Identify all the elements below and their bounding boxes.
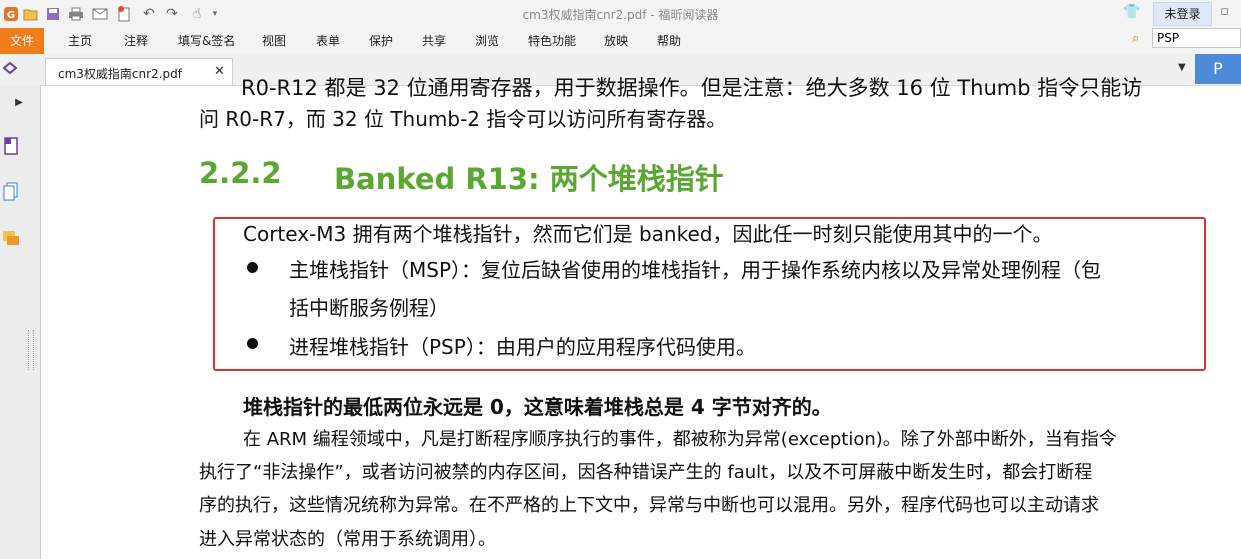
section-heading: Banked R13: 两个堆栈指针 [334,162,724,196]
search-icon[interactable]: ⌕ [1132,31,1139,46]
menu-slideshow[interactable]: 放映 [604,28,628,54]
paragraph-line: 序的执行，这些情况统称为异常。在不严格的上下文中，异常与中断也可以混用。另外，程… [199,495,1099,516]
comments-icon[interactable] [0,227,22,249]
menu-browse[interactable]: 浏览 [475,28,499,54]
title-bar: G ↶ ↷ ☝ ▾ cm3权威指南cnr2.pdf - 福昕阅读器 👕 未登录 … [0,0,1241,28]
menu-protect[interactable]: 保护 [369,28,393,54]
window-controls-icon[interactable]: ▫ [1220,4,1229,19]
chevron-down-icon[interactable]: ▼ [1178,62,1186,73]
tab-label: cm3权威指南cnr2.pdf [58,67,182,81]
menu-form[interactable]: 表单 [316,28,340,54]
ribbon-menu: 文件 主页 注释 填写&签名 视图 表单 保护 共享 浏览 特色功能 放映 帮助 [0,28,1241,54]
search-box: ⌕ [1130,28,1241,50]
paragraph-line: 执行了“非法操作”，或者访问被禁的内存区间，因各种错误产生的 fault，以及不… [199,462,1093,483]
paragraph-line: 在 ARM 编程领域中，凡是打断程序顺序执行的事件，都被称为异常(excepti… [243,429,1117,450]
layers-icon[interactable] [2,60,18,76]
menu-share[interactable]: 共享 [422,28,446,54]
text-line: R0-R12 都是 32 位通用寄存器，用于数据操作。但是注意：绝大多数 16 … [241,76,1143,100]
menu-annotate[interactable]: 注释 [124,28,148,54]
window-title: cm3权威指南cnr2.pdf - 福昕阅读器 [522,8,719,22]
thumbnails-icon[interactable] [0,181,22,203]
text-line: 问 R0-R7，而 32 位 Thumb-2 指令可以访问所有寄存器。 [199,107,727,131]
menu-help[interactable]: 帮助 [657,28,681,54]
menu-home[interactable]: 主页 [68,28,92,54]
right-panel-button[interactable]: P [1195,54,1241,84]
section-number: 2.2.2 [199,156,282,190]
menu-view[interactable]: 视图 [262,28,286,54]
bold-note: 堆栈指针的最低两位永远是 0，这意味着堆栈总是 4 字节对齐的。 [243,395,832,419]
menu-file[interactable]: 文件 [0,28,44,54]
tab-document[interactable]: cm3权威指南cnr2.pdf ✕ [45,58,233,85]
skin-icon[interactable]: 👕 [1123,4,1140,20]
login-button[interactable]: 未登录 [1153,2,1212,26]
left-sidebar: ▶ [0,85,41,559]
paragraph-line: 进入异常状态的（常用于系统调用）。 [199,529,496,550]
close-icon[interactable]: ✕ [214,64,225,79]
sidebar-resize-handle[interactable] [28,330,34,370]
expand-arrow-icon[interactable]: ▶ [8,91,30,113]
menu-fill-sign[interactable]: 填写&签名 [178,28,235,54]
highlight-rectangle[interactable] [213,217,1206,371]
search-input[interactable] [1152,28,1241,48]
pages-icon[interactable] [0,135,22,157]
menu-features[interactable]: 特色功能 [528,28,576,54]
